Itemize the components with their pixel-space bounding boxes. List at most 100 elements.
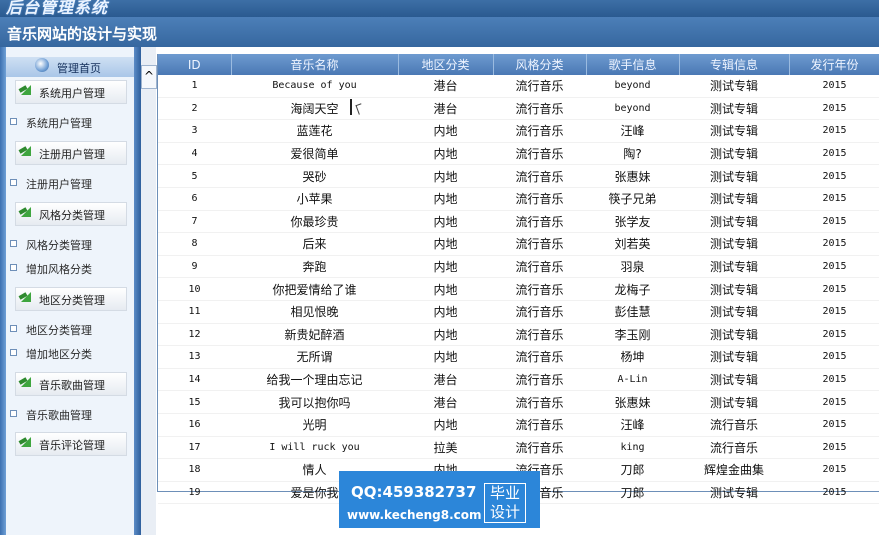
table-cell: 港台 (398, 97, 493, 121)
table-cell: 内地 (398, 300, 493, 324)
table-cell: 龙梅子 (586, 277, 679, 301)
table-cell: 港台 (398, 75, 493, 98)
table-cell: 新贵妃醉酒 (231, 323, 398, 347)
table-cell: 流行音乐 (679, 436, 789, 460)
table-row[interactable]: 7 你最珍贵 内地 流行音乐 张学友 测试专辑 2015 (158, 210, 879, 234)
sidebar-edge (0, 47, 6, 535)
table-cell: 2015 (789, 481, 879, 505)
table-row[interactable]: 14 给我一个理由忘记 港台 流行音乐 A-Lin 测试专辑 2015 (158, 368, 879, 392)
table-cell: 小苹果 (231, 187, 398, 211)
table-row[interactable]: 10 你把爱情给了谁 内地 流行音乐 龙梅子 测试专辑 2015 (158, 277, 879, 301)
sidebar-home[interactable]: 管理首页 (6, 57, 134, 77)
sidebar-group-registered-users[interactable]: 注册用户管理 (15, 141, 127, 165)
table-cell: 测试专辑 (679, 164, 789, 188)
arrow-icon (21, 146, 31, 156)
table-cell: 相见恨晚 (231, 300, 398, 324)
watermark-tag: 毕业 设计 (484, 483, 526, 523)
table-row[interactable]: 17 I will ruck you 拉美 流行音乐 king 流行音乐 2015 (158, 436, 879, 460)
table-cell: 4 (158, 142, 231, 166)
table-cell: 羽泉 (586, 255, 679, 279)
table-row[interactable]: 2 海阔天空 港台 流行音乐 beyond 测试专辑 2015 (158, 97, 879, 121)
table-cell: 2015 (789, 413, 879, 437)
table-cell: 2015 (789, 436, 879, 460)
table-cell: 奔跑 (231, 255, 398, 279)
table-row[interactable]: 12 新贵妃醉酒 内地 流行音乐 李玉刚 测试专辑 2015 (158, 323, 879, 347)
table-cell: 15 (158, 390, 231, 414)
sidebar-group-system-users[interactable]: 系统用户管理 (15, 80, 127, 104)
table-cell: 流行音乐 (493, 210, 586, 234)
table-cell: 内地 (398, 413, 493, 437)
table-cell: 测试专辑 (679, 75, 789, 98)
sidebar-group-style-category[interactable]: 风格分类管理 (15, 202, 127, 226)
table-row[interactable]: 4 爱很简单 内地 流行音乐 陶? 测试专辑 2015 (158, 142, 879, 166)
bullet-icon (10, 325, 17, 332)
table-row[interactable]: 13 无所谓 内地 流行音乐 杨坤 测试专辑 2015 (158, 345, 879, 369)
table-cell: 流行音乐 (493, 142, 586, 166)
table-row[interactable]: 1 Because of you 港台 流行音乐 beyond 测试专辑 2015 (158, 75, 879, 98)
table-cell: 我可以抱你吗 (231, 390, 398, 414)
table-cell: 流行音乐 (493, 97, 586, 121)
sidebar-group-region-category[interactable]: 地区分类管理 (15, 287, 127, 311)
table-cell: 7 (158, 210, 231, 234)
table-cell: 测试专辑 (679, 142, 789, 166)
table-cell: 后来 (231, 232, 398, 256)
sidebar-group-label: 注册用户管理 (39, 148, 105, 161)
table-cell: 2015 (789, 187, 879, 211)
table-cell: beyond (586, 75, 679, 98)
arrow-icon (21, 207, 31, 217)
table-cell: 筷子兄弟 (586, 187, 679, 211)
table-cell: 辉煌金曲集 (679, 458, 789, 482)
sidebar-group-music[interactable]: 音乐歌曲管理 (15, 372, 127, 396)
bullet-icon (10, 349, 17, 356)
title-bar: 音乐网站的设计与实现 (0, 17, 879, 47)
table-cell: 1 (158, 75, 231, 98)
table-body: 1 Because of you 港台 流行音乐 beyond 测试专辑 2015 2 海阔天空… (158, 75, 879, 505)
table-cell: 流行音乐 (493, 300, 586, 324)
bullet-icon (10, 118, 17, 125)
sidebar-item-label: 增加地区分类 (26, 348, 92, 361)
table-cell: 哭砂 (231, 164, 398, 188)
table-cell: 2015 (789, 368, 879, 392)
table-cell: 流行音乐 (493, 164, 586, 188)
table-row[interactable]: 9 奔跑 内地 流行音乐 羽泉 测试专辑 2015 (158, 255, 879, 279)
table-cell: 2015 (789, 164, 879, 188)
collapse-sidebar-button[interactable]: ^ (141, 65, 157, 89)
table-row[interactable]: 3 蓝莲花 内地 流行音乐 汪峰 测试专辑 2015 (158, 119, 879, 143)
table-cell: 汪峰 (586, 119, 679, 143)
table-cell: 8 (158, 232, 231, 256)
table-row[interactable]: 11 相见恨晚 内地 流行音乐 彭佳慧 测试专辑 2015 (158, 300, 879, 324)
table-row[interactable]: 16 光明 内地 流行音乐 汪峰 流行音乐 2015 (158, 413, 879, 437)
table-cell: 内地 (398, 345, 493, 369)
table-cell: 10 (158, 277, 231, 301)
table-row[interactable]: 5 哭砂 内地 流行音乐 张惠妹 测试专辑 2015 (158, 164, 879, 188)
sidebar-item-label: 风格分类管理 (26, 239, 92, 252)
table-row[interactable]: 8 后来 内地 流行音乐 刘若英 测试专辑 2015 (158, 232, 879, 256)
table-cell: 2015 (789, 458, 879, 482)
watermark-qq: QQ:459382737 (351, 483, 477, 501)
table-cell: 杨坤 (586, 345, 679, 369)
table-cell: 内地 (398, 210, 493, 234)
sidebar-group-comments[interactable]: 音乐评论管理 (15, 432, 127, 456)
table-row[interactable]: 6 小苹果 内地 流行音乐 筷子兄弟 测试专辑 2015 (158, 187, 879, 211)
table-cell: Because of you (231, 75, 398, 98)
bullet-icon (10, 410, 17, 417)
table-cell: 测试专辑 (679, 255, 789, 279)
sidebar-home-label: 管理首页 (57, 62, 101, 75)
table-cell: 流行音乐 (493, 413, 586, 437)
table-cell: 流行音乐 (493, 390, 586, 414)
column-header: 歌手信息 (586, 54, 680, 75)
table-cell: 彭佳慧 (586, 300, 679, 324)
table-cell: 流行音乐 (493, 119, 586, 143)
arrow-icon (21, 85, 31, 95)
table-cell: 2015 (789, 345, 879, 369)
table-cell: 内地 (398, 277, 493, 301)
table-header-row: ID 音乐名称 地区分类 风格分类 歌手信息 专辑信息 发行年份 (158, 54, 879, 75)
table-cell: 张学友 (586, 210, 679, 234)
table-cell: A-Lin (586, 368, 679, 392)
column-header: 地区分类 (398, 54, 494, 75)
column-header: 音乐名称 (231, 54, 399, 75)
sidebar-group-label: 风格分类管理 (39, 209, 105, 222)
table-row[interactable]: 15 我可以抱你吗 港台 流行音乐 张惠妹 测试专辑 2015 (158, 390, 879, 414)
sidebar-group-label: 音乐歌曲管理 (39, 379, 105, 392)
table-cell: 测试专辑 (679, 481, 789, 505)
